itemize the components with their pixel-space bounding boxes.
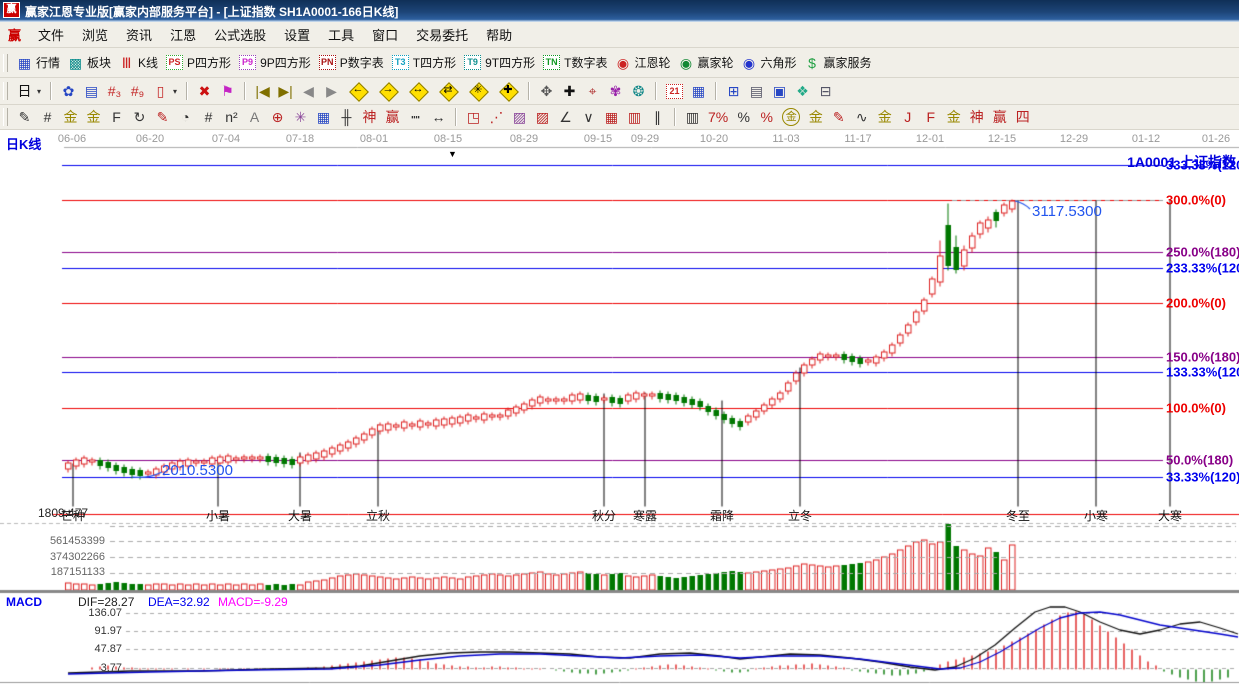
date-tick-label: 07-04 (212, 133, 240, 145)
date-tick-label: 09-15 (584, 133, 612, 145)
gann-level-label: 50.0%(180) (1166, 453, 1233, 468)
gann-level-label: 200.0%(0) (1166, 296, 1226, 311)
volume-axis-label: 561453399 (50, 535, 105, 547)
date-tick-label: 11-17 (844, 133, 871, 145)
gann-level-label: 150.0%(180) (1166, 350, 1239, 365)
solar-term-label: 大暑 (288, 507, 312, 524)
macd-dea-value: DEA=32.92 (148, 595, 210, 609)
gann-level-label: 100.0%(0) (1166, 401, 1226, 416)
volume-axis-label: 187151133 (51, 566, 105, 578)
first-price-label: 2010.5300 (162, 462, 233, 479)
volume-axis-label: 374302266 (50, 551, 105, 563)
date-tick-label: 12-01 (916, 133, 944, 145)
last-price-label: 3117.5300 (1032, 203, 1102, 220)
date-tick-label: 06-20 (136, 133, 164, 145)
solar-term-label: 大寒 (1158, 507, 1182, 524)
gann-level-label: 250.0%(180) (1166, 245, 1239, 260)
gann-level-label: 33.33%(120) (1166, 470, 1239, 485)
macd-indicator-label[interactable]: MACD (6, 595, 42, 609)
solar-term-label: 冬至 (1006, 507, 1030, 524)
date-tick-label: 09-29 (631, 133, 659, 145)
date-tick-label: 08-15 (434, 133, 462, 145)
chart-canvas[interactable] (0, 0, 1239, 686)
macd-axis-label: 136.07 (88, 607, 122, 619)
gann-level-label: 133.33%(120) (1166, 365, 1239, 380)
solar-term-label: 立秋 (366, 507, 390, 524)
marker-triangle-icon: ▼ (448, 149, 457, 159)
macd-hist-value: MACD=-9.29 (218, 595, 288, 609)
gann-level-label: 333.33%(120) (1166, 158, 1239, 173)
date-tick-label: 07-18 (286, 133, 314, 145)
solar-term-label: 立冬 (788, 507, 812, 524)
date-tick-label: 12-29 (1060, 133, 1088, 145)
solar-term-label: 寒露 (633, 507, 657, 524)
gann-level-label: 233.33%(120) (1166, 261, 1239, 276)
base-price-label: 1809.477 (38, 506, 88, 520)
date-tick-label: 08-29 (510, 133, 538, 145)
solar-term-label: 小暑 (206, 507, 230, 524)
solar-term-label: 小寒 (1084, 507, 1108, 524)
solar-term-label: 霜降 (710, 507, 734, 524)
macd-axis-label: 47.87 (94, 643, 122, 655)
app-window: 赢 赢家江恩专业版[赢家内部服务平台] - [上证指数 SH1A0001-166… (0, 0, 1239, 686)
solar-term-label: 秋分 (592, 507, 616, 524)
macd-axis-label: 3.77 (101, 662, 122, 674)
date-tick-label: 10-20 (700, 133, 728, 145)
macd-axis-label: 91.97 (94, 625, 122, 637)
date-tick-label: 01-12 (1132, 133, 1160, 145)
date-tick-label: 11-03 (772, 133, 799, 145)
date-tick-label: 12-15 (988, 133, 1016, 145)
date-tick-label: 01-26 (1202, 133, 1230, 145)
date-tick-label: 08-01 (360, 133, 388, 145)
date-tick-label: 06-06 (58, 133, 86, 145)
period-label: 日K线 (6, 134, 41, 153)
gann-level-label: 300.0%(0) (1166, 193, 1226, 208)
